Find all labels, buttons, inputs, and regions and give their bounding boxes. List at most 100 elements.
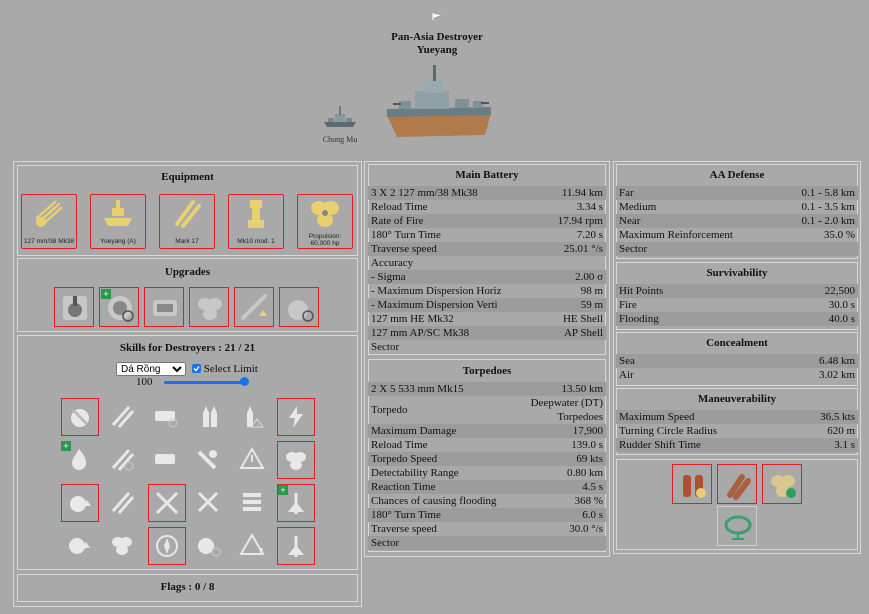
- skill-priority-target[interactable]: [234, 527, 272, 565]
- survivability-stats: Hit Points 22,500 Fire 30.0 s Flooding 40.0 s: [616, 284, 858, 326]
- turret-icon: [71, 408, 89, 427]
- level-slider-thumb[interactable]: [240, 377, 249, 386]
- stat-value: 25.01 °/s: [563, 243, 603, 255]
- consumable-damage-control[interactable]: [672, 464, 712, 504]
- skill-adrenaline[interactable]: [61, 527, 99, 565]
- equipment-fire-control[interactable]: Mk10 mod. 1: [228, 194, 284, 249]
- stat-row: Rate of Fire 17.94 rpm: [368, 214, 606, 228]
- skill-hydroacoustic[interactable]: [234, 484, 272, 522]
- heal-up-icon: [69, 538, 90, 554]
- torpedo-type: Deepwater (DT): [530, 397, 603, 409]
- skill-propulsion[interactable]: [104, 527, 142, 565]
- upgrade-slot-5[interactable]: [234, 287, 274, 327]
- select-limit-control[interactable]: Select Limit: [192, 362, 258, 376]
- skill-survivability-expert[interactable]: [61, 484, 99, 522]
- skill-outnumbered[interactable]: [148, 484, 186, 522]
- skill-dead-eye[interactable]: [277, 441, 315, 479]
- skill-fill-the-tubes[interactable]: [148, 441, 186, 479]
- skill-last-stand[interactable]: [277, 398, 315, 436]
- ship-name-label: Yueyang: [416, 44, 458, 56]
- skill-grease-the-gears[interactable]: [61, 398, 99, 436]
- upgrade-slot-6[interactable]: [279, 287, 319, 327]
- stat-row: 127 mm AP/SC Mk38 AP Shell: [368, 326, 606, 340]
- compass-icon: [156, 535, 178, 557]
- upgrade-slot-4[interactable]: [189, 287, 229, 327]
- main-battery-stats: 3 X 2 127 mm/38 Mk38 11.94 km Reload Time 3…: [368, 186, 606, 354]
- stat-row: 2 X 5 533 mm Mk15 13.50 km: [368, 382, 606, 396]
- upgrade-slot-2[interactable]: +: [99, 287, 139, 327]
- consumable-smoke-generator[interactable]: [717, 464, 757, 504]
- aa-range-icon: [197, 491, 219, 513]
- stat-label: Reload Time: [371, 201, 428, 213]
- skill-he-shell[interactable]: [234, 398, 272, 436]
- skill-liquidator[interactable]: [148, 398, 186, 436]
- skill-aa-range[interactable]: [190, 484, 228, 522]
- stat-label: Detectability Range: [371, 467, 459, 479]
- stat-label: Near: [619, 215, 641, 227]
- stat-row: Maximum Damage 17,900: [368, 424, 606, 438]
- stat-row: Torpedo Speed 69 kts: [368, 452, 606, 466]
- equipment-label: Mk10 mod. 1: [237, 238, 275, 245]
- stat-label: - Maximum Dispersion Verti: [371, 299, 498, 311]
- stat-label: 180° Turn Time: [371, 509, 441, 521]
- stat-label: Reaction Time: [371, 481, 436, 493]
- propulsion-upgrade-icon: [198, 298, 222, 320]
- stat-value: 35.0 %: [823, 229, 855, 241]
- stat-row: Rudder Shift Time 3.1 s: [616, 438, 858, 452]
- shell-icon: [203, 406, 217, 427]
- torpedoes-title: Torpedoes: [462, 365, 512, 377]
- skill-fire-prevention[interactable]: +: [61, 441, 99, 479]
- captain-select[interactable]: Dá Rồng: [116, 362, 186, 376]
- skill-torpedo-armament[interactable]: [104, 484, 142, 522]
- stat-label: Maximum Speed: [619, 411, 695, 423]
- upgrade-slot-1[interactable]: [54, 287, 94, 327]
- torpedo-kind: Torpedoes: [557, 411, 603, 423]
- stat-value: 7.20 s: [576, 229, 603, 241]
- torpedo-skill-icon: [111, 406, 135, 428]
- stat-value: 2.00 σ: [575, 271, 603, 283]
- skill-concealment-expert[interactable]: +: [277, 484, 315, 522]
- nation-flag-icon: [432, 13, 441, 20]
- concealment-stats: Sea 6.48 km Air 3.02 km: [616, 354, 858, 382]
- skill-radio-location[interactable]: [234, 441, 272, 479]
- stat-row: Far 0.1 - 5.8 km: [616, 186, 858, 200]
- previous-ship-image[interactable]: [320, 100, 360, 132]
- equipment-hull[interactable]: Yueyang (A): [90, 194, 146, 249]
- skill-swift-fish[interactable]: [104, 441, 142, 479]
- hp-up-icon: [70, 496, 91, 512]
- consumable-engine-boost[interactable]: [762, 464, 802, 504]
- stat-value: 59 m: [580, 299, 603, 311]
- stat-value: 3.1 s: [834, 439, 855, 451]
- aa-gun-icon: [197, 450, 217, 470]
- stat-label: Rudder Shift Time: [619, 439, 701, 451]
- previous-ship-label[interactable]: Chung Mu: [310, 135, 370, 144]
- skill-radio-direction[interactable]: [148, 527, 186, 565]
- equipment-propulsion[interactable]: Propulsion: 60,000 hp: [297, 194, 353, 249]
- skill-vigilance[interactable]: [277, 527, 315, 565]
- stat-row: Reload Time 139.0 s: [368, 438, 606, 452]
- smoke-generator-icon: [727, 474, 751, 500]
- main-battery-icon: [35, 200, 63, 227]
- maneuverability-title: Maneuverability: [697, 393, 777, 405]
- concealment-title: Concealment: [706, 337, 768, 349]
- stat-value: 40.0 s: [828, 313, 855, 325]
- stat-value: AP Shell: [563, 327, 603, 339]
- skill-main-battery[interactable]: [190, 398, 228, 436]
- level-slider[interactable]: [164, 377, 249, 387]
- stat-label: 127 mm AP/SC Mk38: [371, 327, 470, 339]
- consumable-hydroacoustic-search[interactable]: [717, 506, 757, 546]
- skill-aa-fire[interactable]: [190, 441, 228, 479]
- skill-detection[interactable]: [190, 527, 228, 565]
- skill-consumables-specialist[interactable]: [104, 398, 142, 436]
- stat-row: Traverse speed 30.0 °/s: [368, 522, 606, 536]
- stat-row: - Maximum Dispersion Horiz 98 m: [368, 284, 606, 298]
- stat-label: Rate of Fire: [371, 215, 424, 227]
- equipment-torpedoes[interactable]: Mark 17: [159, 194, 215, 249]
- stat-value: 368 %: [574, 495, 603, 507]
- bonus-plus-icon: +: [61, 441, 71, 451]
- stat-row: - Maximum Dispersion Verti 59 m: [368, 298, 606, 312]
- upgrade-slot-3[interactable]: [144, 287, 184, 327]
- stat-row: Reaction Time 4.5 s: [368, 480, 606, 494]
- equipment-main-battery[interactable]: 127 mm/38 Mk38: [21, 194, 77, 249]
- select-limit-checkbox[interactable]: [192, 364, 201, 373]
